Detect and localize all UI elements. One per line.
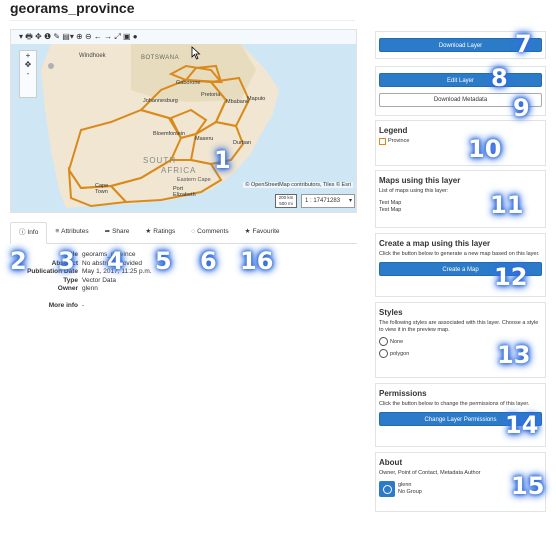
callout-number: 1 — [214, 146, 231, 174]
power-icon — [382, 484, 392, 494]
tab-ratings[interactable]: ★ Ratings — [137, 222, 183, 243]
layer-detail-tabs: ⓘ Info ≡ Attributes ➦ Share ★ Ratings ◌ Comme… — [10, 222, 357, 244]
legend-panel: Legend Province — [375, 120, 546, 166]
map-label: Cape Town — [95, 183, 109, 195]
callout-number: 7 — [515, 30, 532, 58]
zoom-in-button[interactable]: + — [20, 51, 36, 60]
map-zoom-control[interactable]: + ✥ - — [19, 50, 37, 98]
share-icon: ➦ — [104, 228, 111, 235]
map-label: Maseru — [195, 136, 214, 142]
map-label: Mbabane — [226, 99, 249, 105]
about-title: About — [379, 458, 403, 467]
avatar[interactable] — [379, 481, 395, 497]
map-preview[interactable]: ▾ 🖶 ✥ ❶ ✎ ▤▾ ⊕ ⊖ ← → ⤢ ▣ ● + ✥ - Windhoe… — [10, 29, 357, 213]
tab-favourite[interactable]: ★ Favourite — [237, 222, 288, 243]
callout-number: 16 — [240, 247, 274, 275]
map-label: Windhoek — [79, 53, 106, 59]
tab-attributes[interactable]: ≡ Attributes — [47, 222, 96, 243]
owner-name[interactable]: glenn — [398, 482, 422, 489]
edit-layer-button[interactable]: Edit Layer — [379, 73, 542, 87]
star-icon: ★ — [145, 228, 152, 235]
map-attribution: © OpenStreetMap contributors, Tiles © Es… — [243, 182, 353, 188]
scale-select[interactable]: 1 : 17471283 ▾ — [301, 194, 355, 208]
callout-number: 6 — [200, 247, 217, 275]
map-label: BOTSWANA — [141, 55, 180, 61]
map-label: Gaborone — [176, 80, 201, 86]
owner-group: No Group — [398, 489, 422, 495]
callout-number: 14 — [505, 411, 539, 439]
map-label: SOUTH — [143, 156, 176, 165]
title-divider — [10, 20, 355, 21]
callout-number: 4 — [107, 247, 124, 275]
create-map-title: Create a map using this layer — [379, 239, 491, 248]
callout-number: 9 — [513, 94, 530, 122]
map-label: Johannesburg — [143, 98, 178, 104]
styles-title: Styles — [379, 308, 403, 317]
permissions-text: Click the button below to change the per… — [379, 401, 530, 407]
legend-item: Province — [379, 138, 542, 145]
info-row: More info - — [48, 301, 85, 309]
callout-number: 11 — [490, 191, 524, 219]
map-label: Maputo — [247, 96, 266, 102]
radio-button[interactable] — [379, 349, 388, 358]
map-toolbar[interactable]: ▾ 🖶 ✥ ❶ ✎ ▤▾ ⊕ ⊖ ← → ⤢ ▣ ● — [11, 30, 356, 44]
tab-comments[interactable]: ◌ Comments — [183, 222, 236, 243]
map-scale-bar: 200 km 500 mi — [275, 194, 297, 208]
legend-title: Legend — [379, 126, 408, 135]
map-label: Pretoria — [201, 92, 221, 98]
tab-share[interactable]: ➦ Share — [97, 222, 138, 243]
callout-number: 8 — [491, 64, 508, 92]
map-label: Durban — [233, 140, 252, 146]
star-icon: ★ — [244, 228, 251, 235]
callout-number: 12 — [494, 263, 528, 291]
callout-number: 2 — [10, 247, 27, 275]
radio-button[interactable] — [379, 337, 388, 346]
pan-icon: ✥ — [24, 60, 32, 69]
list-icon: ≡ — [55, 228, 60, 235]
map-label: AFRICA — [161, 166, 197, 175]
permissions-title: Permissions — [379, 389, 427, 398]
info-row: Owner glenn — [57, 285, 98, 292]
maps-using-title: Maps using this layer — [379, 176, 461, 185]
info-row: Publication Date May 1, 2017, 11:25 p.m. — [27, 268, 152, 275]
comment-icon: ◌ — [191, 228, 196, 235]
callout-number: 5 — [155, 247, 172, 275]
callout-number: 13 — [497, 341, 531, 369]
zoom-out-button[interactable]: - — [20, 69, 36, 78]
info-row: Type Vector Data — [63, 276, 116, 284]
styles-text: The following styles are associated with… — [379, 320, 539, 333]
tab-info[interactable]: ⓘ Info — [10, 222, 48, 244]
info-icon: ⓘ — [19, 229, 26, 236]
layer-info-table: Title georams_province Abstract No abstrac… — [10, 251, 152, 310]
info-row: Title georams_province — [64, 251, 136, 258]
callout-number: 3 — [58, 247, 75, 275]
chevron-down-icon: ▾ — [348, 198, 352, 204]
info-row: Abstract No abstract provided — [51, 259, 142, 267]
legend-swatch — [379, 138, 386, 145]
map-label: Bloemfontein — [153, 131, 186, 137]
create-map-text: Click the button below to generate a new… — [379, 251, 540, 257]
map-label: Eastern Cape — [177, 177, 211, 183]
callout-number: 15 — [511, 472, 545, 500]
page-title: georams_province — [10, 0, 135, 16]
mouse-cursor-icon — [191, 46, 201, 60]
callout-number: 10 — [468, 135, 502, 163]
map-label: Port Elizabeth — [173, 186, 196, 198]
